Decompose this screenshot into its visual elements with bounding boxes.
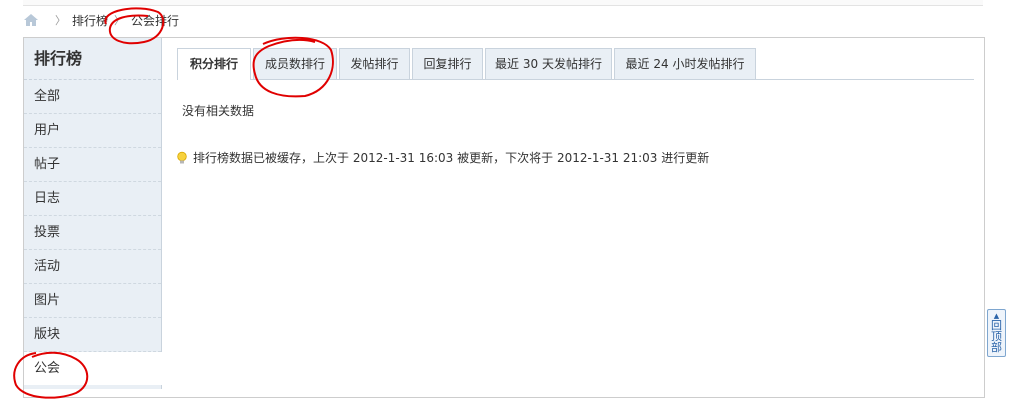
no-data-message: 没有相关数据 (182, 104, 255, 118)
breadcrumb-current: 公会排行 (131, 13, 180, 28)
lightbulb-icon (177, 151, 187, 163)
breadcrumb-link-ranking[interactable]: 排行榜 (72, 12, 108, 29)
tab-30day-posts-ranking[interactable]: 最近 30 天发帖排行 (485, 48, 612, 79)
sidebar-item-forums[interactable]: 版块 (24, 318, 161, 352)
tab-posts-ranking[interactable]: 发帖排行 (339, 48, 410, 79)
sidebar-item-all[interactable]: 全部 (24, 80, 161, 114)
back-to-top-button[interactable]: ▲ 回顶部 (987, 309, 1006, 357)
main-container: 排行榜 全部 用户 帖子 日志 投票 活动 图片 版块 公会 积分排行 成员数排… (23, 37, 985, 398)
sidebar-item-activities[interactable]: 活动 (24, 250, 161, 284)
top-strip (23, 0, 983, 6)
cache-notice-text: 排行榜数据已被缓存，上次于 2012-1-31 16:03 被更新，下次将于 2… (193, 151, 710, 165)
sidebar-item-polls[interactable]: 投票 (24, 216, 161, 250)
back-to-top-label: 回顶部 (991, 319, 1002, 354)
sidebar-item-guilds[interactable]: 公会 (24, 352, 162, 385)
sidebar-title: 排行榜 (24, 38, 161, 80)
home-icon[interactable] (23, 13, 39, 27)
tab-bar: 积分排行 成员数排行 发帖排行 回复排行 最近 30 天发帖排行 最近 24 小… (177, 48, 974, 80)
tab-24hour-posts-ranking[interactable]: 最近 24 小时发帖排行 (614, 48, 756, 79)
breadcrumb-separator-icon: 〉 (55, 14, 66, 27)
sidebar-item-posts[interactable]: 帖子 (24, 148, 161, 182)
breadcrumb: 〉 排行榜 〉 公会排行 (23, 12, 179, 28)
tab-replies-ranking[interactable]: 回复排行 (412, 48, 483, 79)
breadcrumb-separator-icon: 〉 (114, 14, 126, 27)
sidebar-item-blogs[interactable]: 日志 (24, 182, 161, 216)
cache-notice: 排行榜数据已被缓存，上次于 2012-1-31 16:03 被更新，下次将于 2… (175, 149, 709, 166)
tab-members-ranking[interactable]: 成员数排行 (253, 48, 337, 79)
sidebar: 排行榜 全部 用户 帖子 日志 投票 活动 图片 版块 公会 (24, 38, 162, 389)
sidebar-item-pictures[interactable]: 图片 (24, 284, 161, 318)
tab-points-ranking[interactable]: 积分排行 (177, 48, 251, 80)
sidebar-item-users[interactable]: 用户 (24, 114, 161, 148)
